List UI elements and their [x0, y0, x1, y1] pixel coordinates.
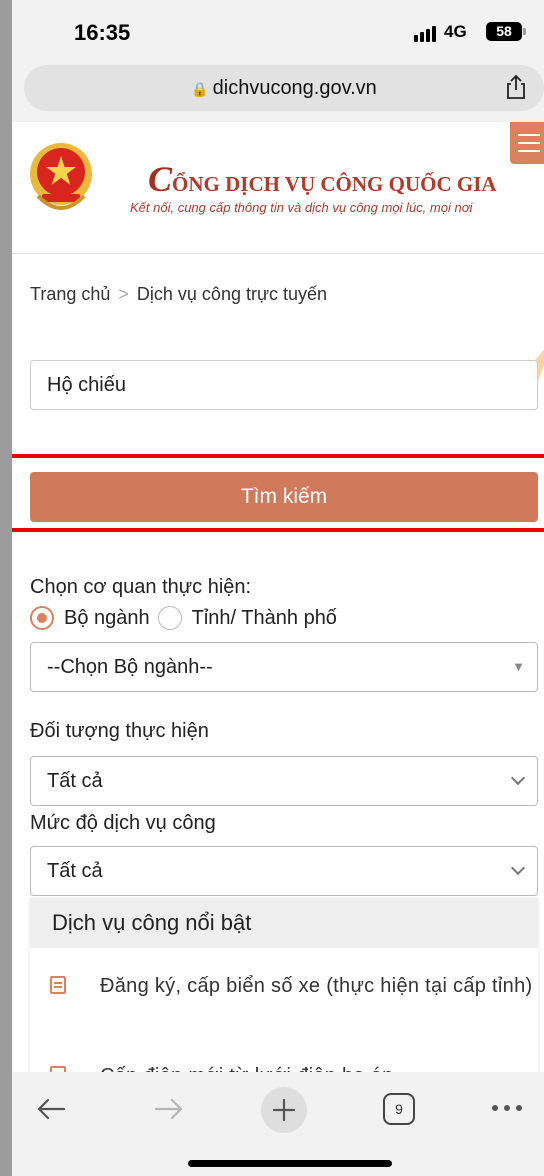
site-slogan: Kết nối, cung cấp thông tin và dịch vụ c… [130, 200, 473, 215]
site-header: CỔNG DỊCH VỤ CÔNG QUỐC GIA Kết nối, cung… [12, 122, 544, 254]
hamburger-icon [518, 134, 540, 136]
subject-select-value: Tất cả [47, 770, 103, 792]
site-title-initial: C [148, 159, 173, 199]
share-icon[interactable] [504, 74, 528, 100]
agency-label: Chọn cơ quan thực hiện: [30, 576, 252, 598]
back-arrow-icon[interactable] [34, 1094, 68, 1124]
list-item[interactable]: Đăng ký, cấp biển số xe (thực hiện tại c… [50, 972, 540, 1000]
subject-label: Đối tượng thực hiện [30, 720, 209, 742]
battery-level: 58 [496, 23, 512, 39]
site-title[interactable]: CỔNG DỊCH VỤ CÔNG QUỐC GIA [148, 158, 497, 200]
breadcrumb-separator: > [118, 284, 129, 304]
breadcrumb: Trang chủ > Dịch vụ công trực tuyến [30, 284, 327, 305]
level-select[interactable]: Tất cả [30, 846, 538, 896]
level-label: Mức độ dịch vụ công [30, 812, 216, 834]
featured-services-title: Dịch vụ công nổi bật [30, 898, 538, 948]
signal-icon [414, 24, 438, 42]
new-tab-icon[interactable] [260, 1086, 308, 1134]
radio-province-label[interactable]: Tỉnh/ Thành phố [192, 607, 337, 630]
lock-icon: 🔒 [191, 81, 209, 97]
ministry-select-value: --Chọn Bộ ngành-- [47, 656, 213, 678]
list-item[interactable]: Cấp điện mới từ lưới điện hạ áp [50, 1062, 540, 1072]
menu-button[interactable] [510, 122, 544, 164]
chevron-down-icon [510, 770, 526, 786]
search-input[interactable]: Hộ chiếu [30, 360, 538, 410]
ministry-select[interactable]: --Chọn Bộ ngành-- ▼ [30, 642, 538, 692]
agency-radio-group: Bộ ngành Tỉnh/ Thành phố [30, 606, 337, 630]
more-icon[interactable] [490, 1102, 524, 1114]
status-bar: 16:35 4G 58 [12, 0, 544, 62]
service-link[interactable]: Đăng ký, cấp biển số xe (thực hiện tại c… [100, 972, 540, 1000]
url-text: dichvucong.gov.vn [212, 77, 377, 99]
url-display[interactable]: 🔒 dichvucong.gov.vn [24, 77, 544, 100]
breadcrumb-current[interactable]: Dịch vụ công trực tuyến [137, 284, 327, 304]
home-indicator [188, 1160, 392, 1167]
radio-ministry-label[interactable]: Bộ ngành [64, 607, 150, 630]
forward-arrow-icon[interactable] [152, 1094, 186, 1124]
national-emblem-icon[interactable] [28, 138, 94, 218]
service-link[interactable]: Cấp điện mới từ lưới điện hạ áp [100, 1062, 540, 1072]
radio-ministry[interactable] [30, 606, 54, 630]
web-page: CỔNG DỊCH VỤ CÔNG QUỐC GIA Kết nối, cung… [12, 122, 544, 1072]
search-button[interactable]: Tìm kiếm [30, 472, 538, 522]
status-time: 16:35 [74, 20, 131, 45]
site-title-rest: ỔNG DỊCH VỤ CÔNG QUỐC GIA [172, 172, 497, 196]
battery-icon: 58 [486, 22, 526, 41]
subject-select[interactable]: Tất cả [30, 756, 538, 806]
network-type: 4G [444, 22, 467, 41]
tab-count: 9 [395, 1101, 403, 1117]
level-select-value: Tất cả [47, 860, 103, 882]
tabs-button[interactable]: 9 [383, 1093, 415, 1125]
document-icon [50, 976, 66, 994]
dropdown-arrow-icon: ▼ [512, 659, 525, 674]
chevron-down-icon [510, 860, 526, 876]
breadcrumb-home-link[interactable]: Trang chủ [30, 284, 110, 304]
address-bar[interactable]: 🔒 dichvucong.gov.vn [24, 65, 544, 111]
browser-toolbar: 9 [12, 1072, 544, 1176]
left-edge-bar [0, 0, 12, 1176]
featured-services-panel: Dịch vụ công nổi bật Đăng ký, cấp biển s… [30, 898, 538, 1072]
radio-province[interactable] [157, 606, 182, 630]
